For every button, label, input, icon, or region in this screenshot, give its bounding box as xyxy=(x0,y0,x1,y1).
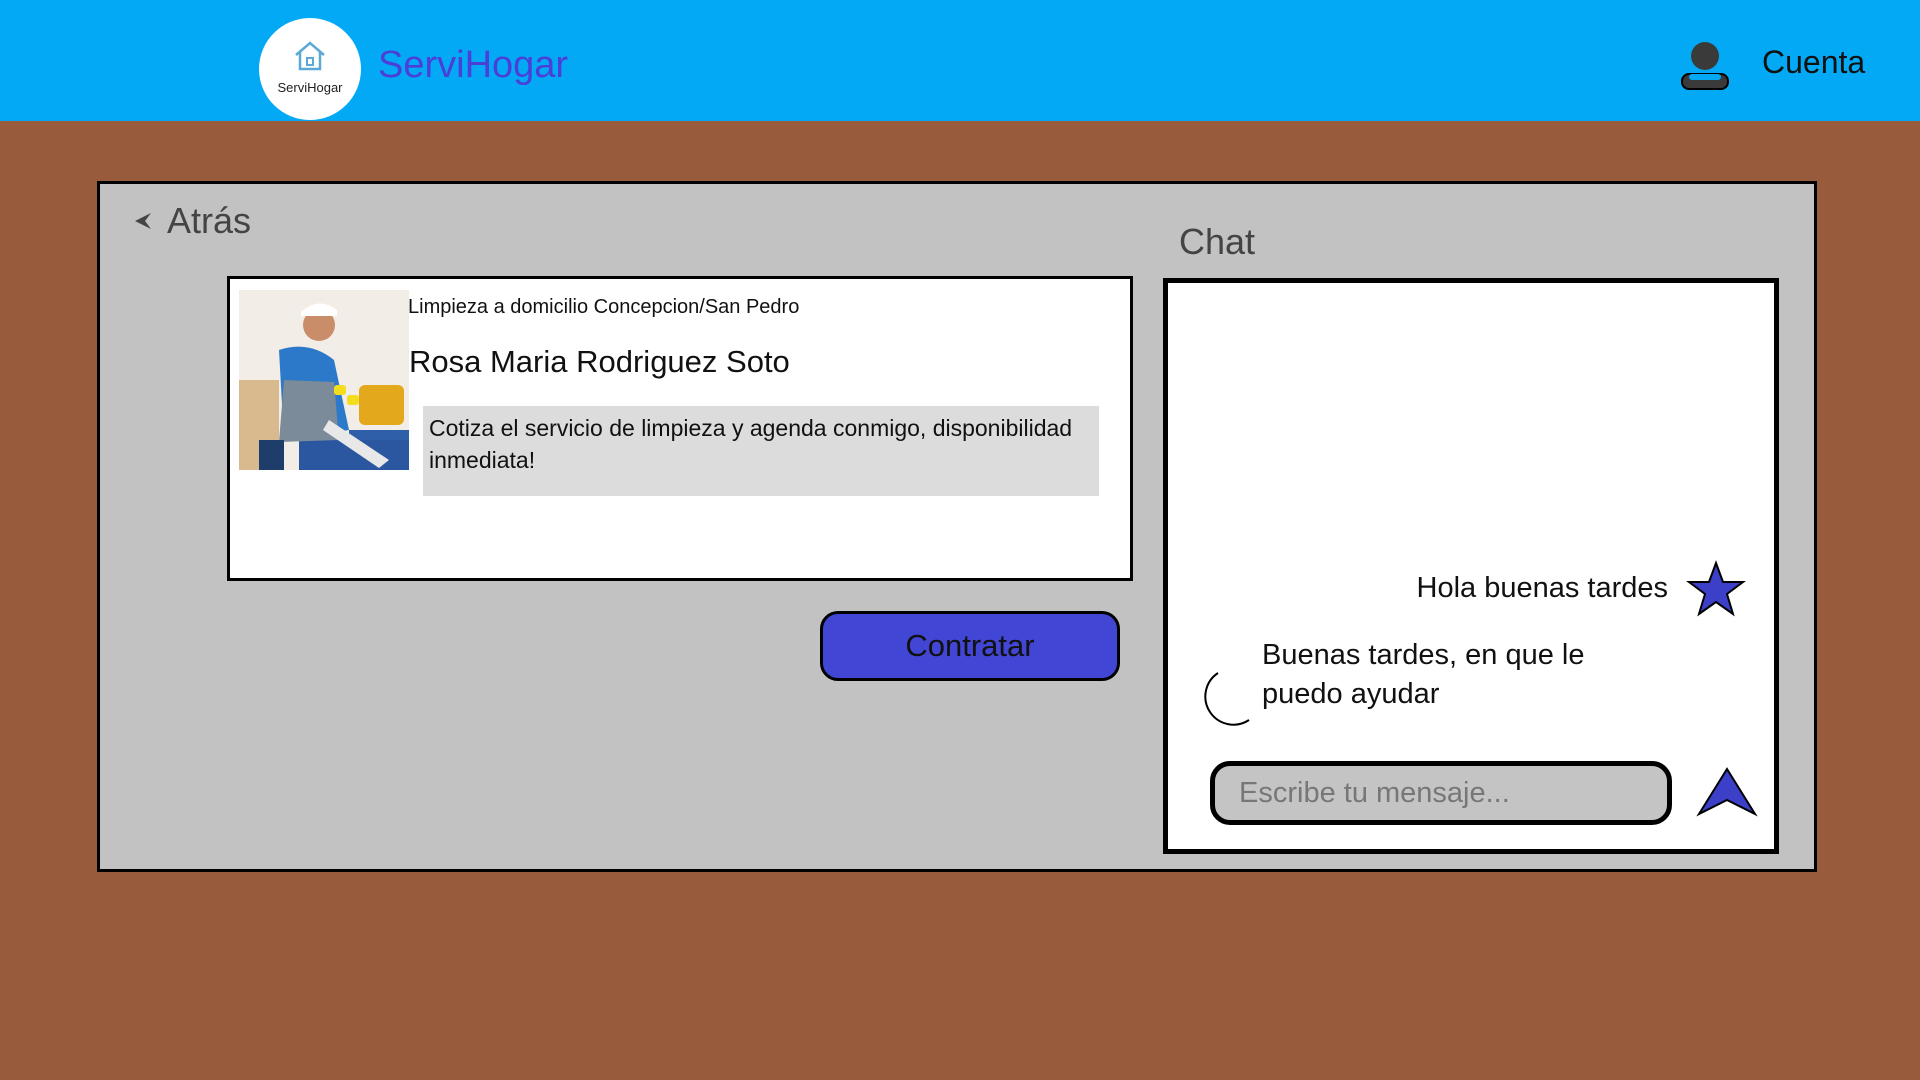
chat-title: Chat xyxy=(1179,221,1256,262)
logo-text: ServiHogar xyxy=(277,80,343,95)
back-arrow-icon xyxy=(135,213,151,229)
service-description: Cotiza el servicio de limpieza y agenda … xyxy=(423,406,1099,496)
chat-message-sent: Hola buenas tardes xyxy=(1416,572,1669,604)
back-button[interactable]: Atrás xyxy=(133,200,251,242)
chat-message-input[interactable] xyxy=(1210,761,1672,825)
service-title: Limpieza a domicilio Concepcion/San Pedr… xyxy=(408,296,800,318)
chat-message-received: Buenas tardes, en que le puedo ayudar xyxy=(1262,639,1585,710)
cleaning-woman-image xyxy=(239,290,409,470)
user-icon[interactable] xyxy=(1679,40,1731,92)
account-link[interactable]: Cuenta xyxy=(1762,44,1865,81)
brand-name[interactable]: ServiHogar xyxy=(378,44,568,87)
moon-icon xyxy=(1204,672,1250,726)
top-header: ServiHogar ServiHogar Cuenta xyxy=(0,0,1920,121)
back-label: Atrás xyxy=(167,200,252,241)
star-icon xyxy=(1686,560,1746,617)
provider-name: Rosa Maria Rodriguez Soto xyxy=(409,344,790,379)
hire-button[interactable]: Contratar xyxy=(820,611,1120,681)
provider-photo xyxy=(239,290,409,470)
logo[interactable]: ServiHogar xyxy=(259,18,361,120)
house-icon xyxy=(295,41,325,71)
send-icon[interactable] xyxy=(1696,766,1758,818)
